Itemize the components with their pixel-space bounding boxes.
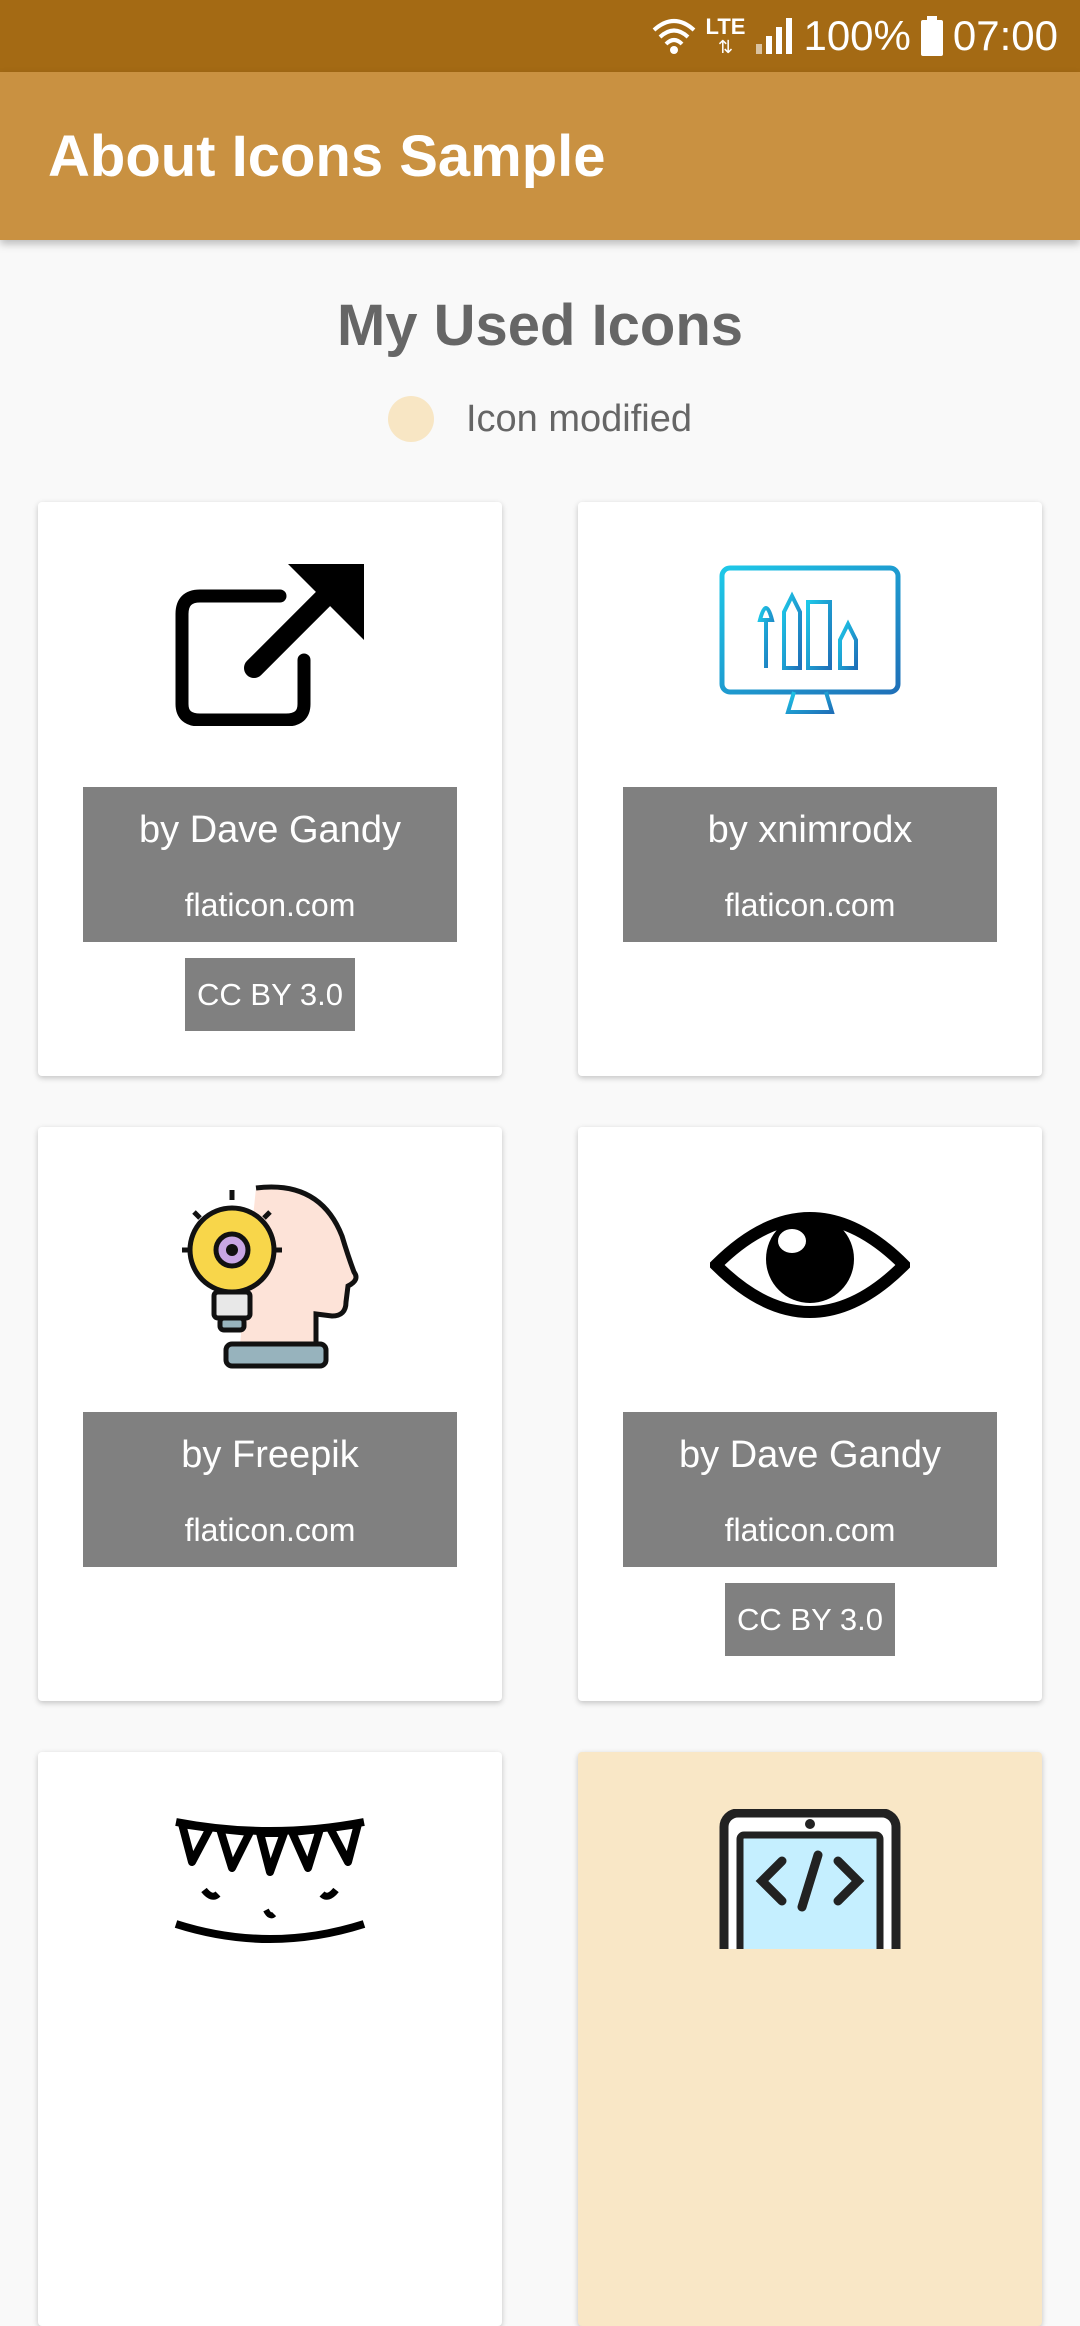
icon-card[interactable]: by Freepik flaticon.com bbox=[38, 1127, 502, 1701]
site-link[interactable]: flaticon.com bbox=[83, 1512, 457, 1549]
code-monitor-icon bbox=[710, 1794, 910, 1964]
credit-box[interactable]: by Dave Gandy flaticon.com bbox=[623, 1412, 997, 1567]
author-label: by Freepik bbox=[181, 1434, 359, 1476]
app-bar: About Icons Sample bbox=[0, 72, 1080, 240]
credit-box[interactable]: by Freepik flaticon.com bbox=[83, 1412, 457, 1567]
eye-icon bbox=[710, 1181, 910, 1351]
external-link-icon bbox=[170, 556, 370, 726]
idea-head-icon bbox=[170, 1181, 370, 1369]
icon-card[interactable]: by Dave Gandy flaticon.com CC BY 3.0 bbox=[38, 502, 502, 1076]
author-label: by Dave Gandy bbox=[679, 1434, 941, 1476]
network-type: LTE bbox=[705, 14, 746, 39]
credit-box[interactable]: by Dave Gandy flaticon.com bbox=[83, 787, 457, 942]
legend-label: Icon modified bbox=[465, 397, 692, 440]
icon-card[interactable]: by Dave Gandy flaticon.com CC BY 3.0 bbox=[578, 1127, 1042, 1701]
site-link[interactable]: flaticon.com bbox=[623, 1512, 997, 1549]
app-title: About Icons Sample bbox=[48, 123, 606, 189]
design-monitor-icon bbox=[710, 556, 910, 726]
legend: Icon modified bbox=[0, 396, 1080, 442]
author-label: by xnimrodx bbox=[707, 809, 913, 851]
license-badge[interactable]: CC BY 3.0 bbox=[725, 1583, 895, 1656]
icon-card[interactable] bbox=[38, 1752, 502, 2326]
credit-box[interactable]: by xnimrodx flaticon.com bbox=[623, 787, 997, 942]
license-badge[interactable]: CC BY 3.0 bbox=[185, 958, 355, 1031]
party-bunting-icon bbox=[170, 1794, 370, 1964]
clock: 07:00 bbox=[952, 12, 1058, 59]
signal-icon bbox=[755, 18, 793, 54]
battery-percent: 100% bbox=[803, 12, 911, 59]
modified-color-dot bbox=[387, 396, 434, 442]
site-link[interactable]: flaticon.com bbox=[83, 887, 457, 924]
icon-card[interactable] bbox=[578, 1752, 1042, 2326]
site-link[interactable]: flaticon.com bbox=[623, 887, 997, 924]
author-label: by Dave Gandy bbox=[139, 809, 401, 851]
battery-icon bbox=[920, 16, 943, 56]
wifi-icon bbox=[652, 16, 696, 56]
status-bar: LTE ⇅ 100% 07:00 bbox=[0, 0, 1080, 72]
section-title: My Used Icons bbox=[336, 293, 744, 358]
icon-card[interactable]: by xnimrodx flaticon.com bbox=[578, 502, 1042, 1076]
lte-icon: LTE ⇅ bbox=[705, 14, 746, 57]
